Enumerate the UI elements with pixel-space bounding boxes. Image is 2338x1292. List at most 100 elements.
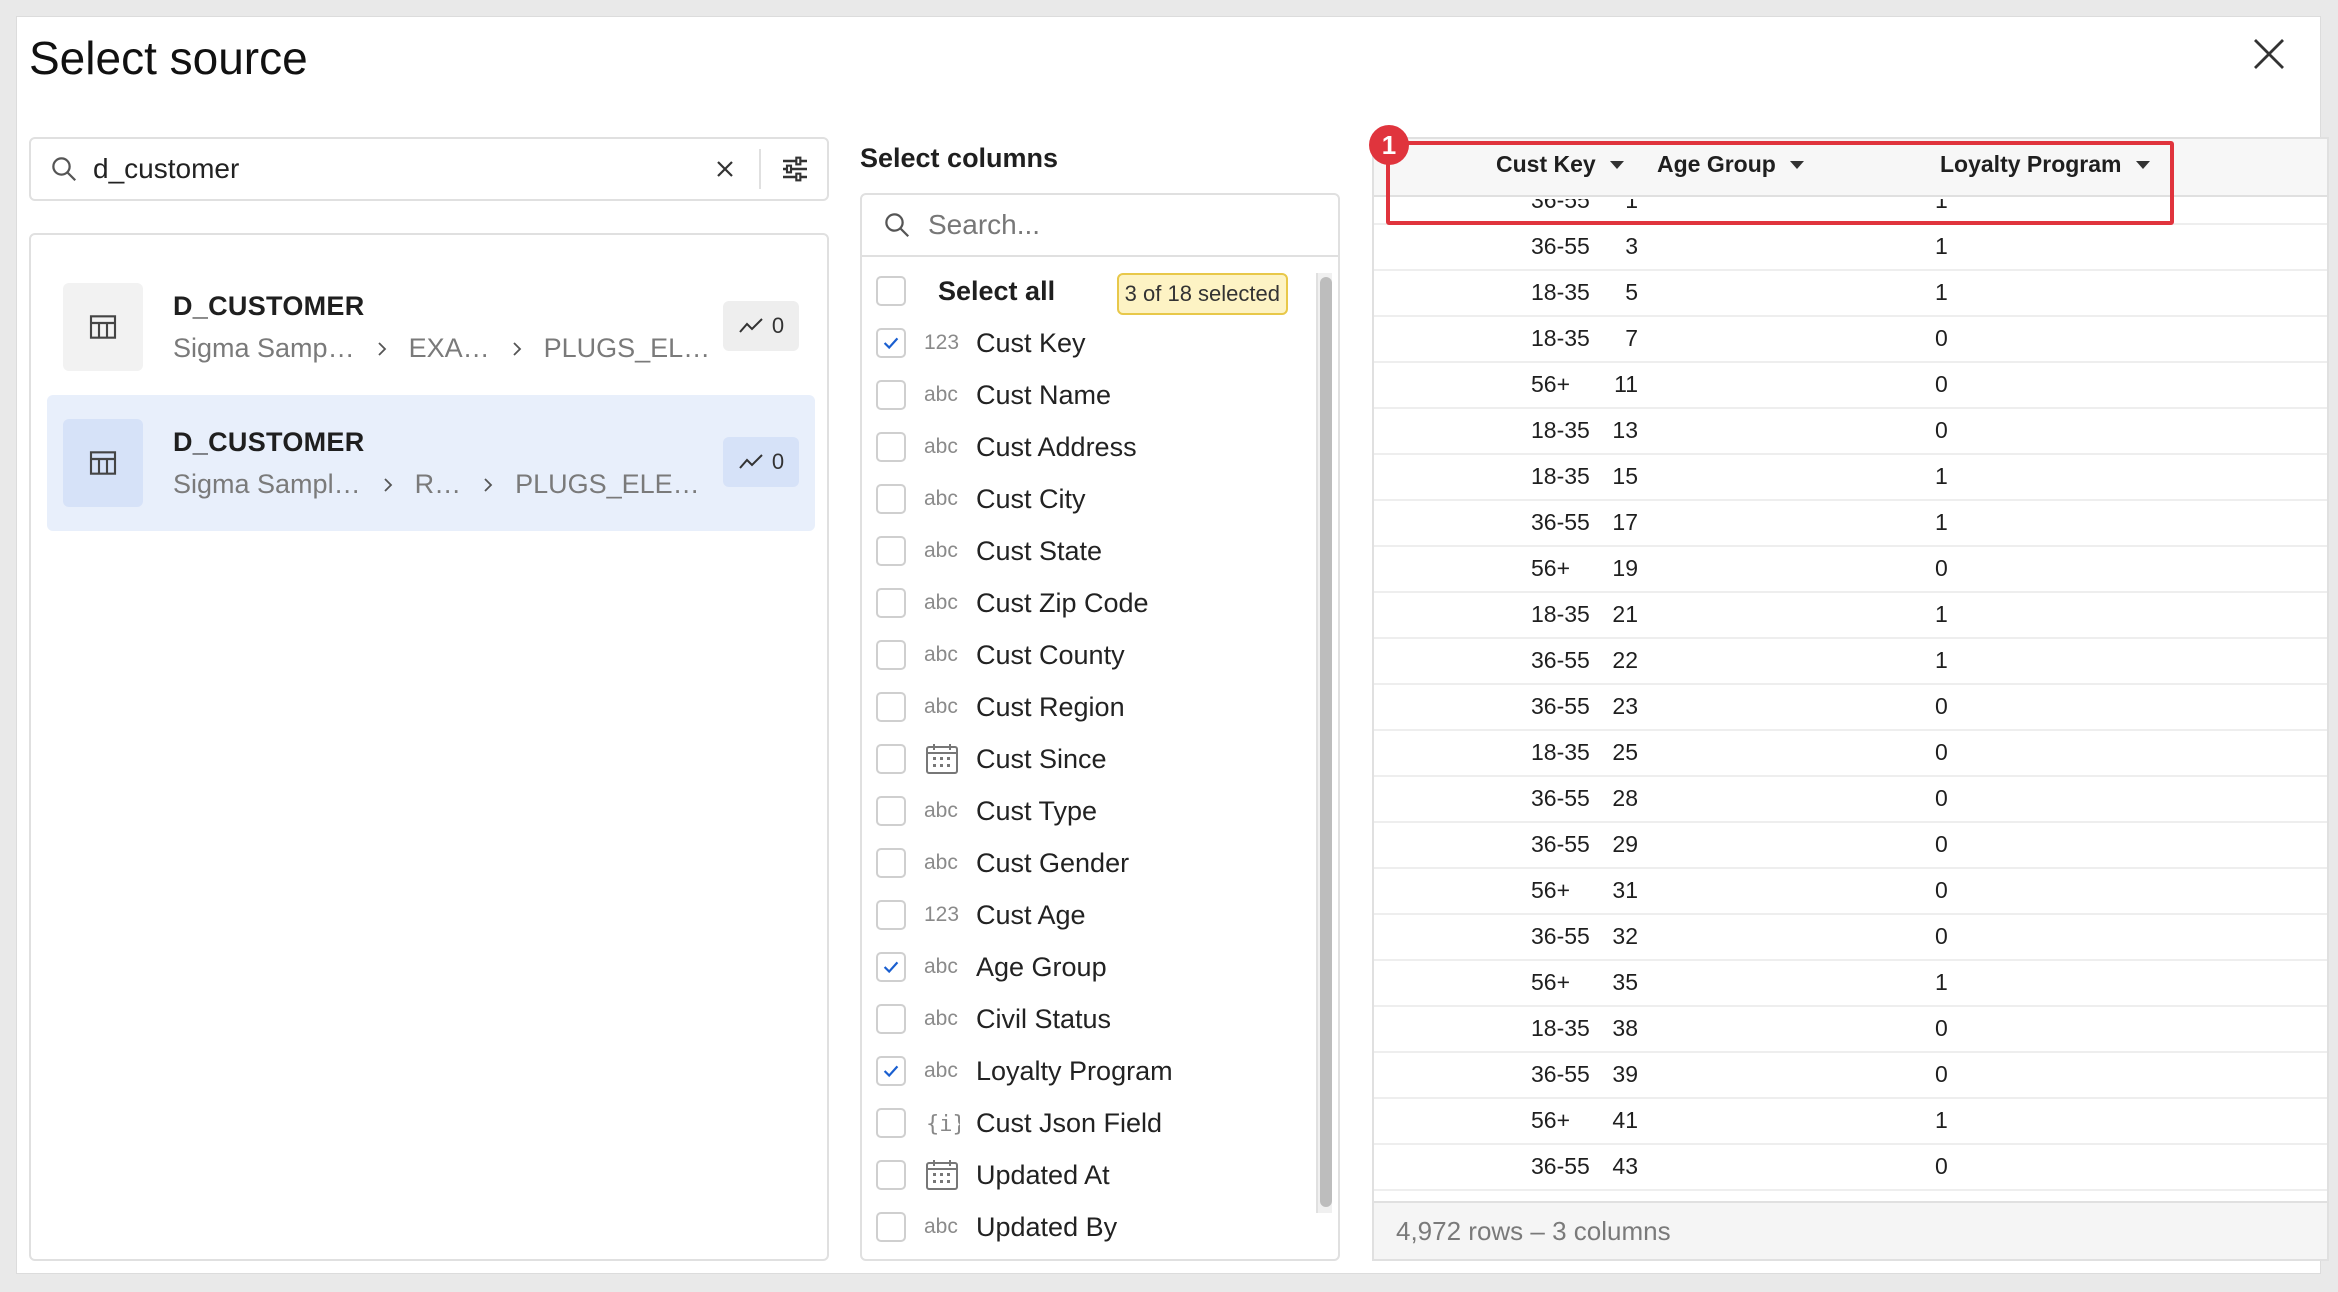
- table-row: 28 36-55 0: [1374, 777, 2327, 823]
- checkbox[interactable]: [876, 588, 906, 618]
- dropdown-caret-icon[interactable]: [1789, 160, 1804, 169]
- clear-icon[interactable]: [713, 157, 737, 181]
- table-row: 11 56+ 0: [1374, 363, 2327, 409]
- result-item-selected[interactable]: D_CUSTOMER Sigma Sampl… R… PLUGS_ELE… 0: [47, 395, 815, 531]
- checkbox[interactable]: [876, 796, 906, 826]
- calendar-icon: [924, 1158, 976, 1192]
- source-search-input[interactable]: [93, 153, 713, 185]
- checkbox[interactable]: [876, 1004, 906, 1034]
- column-row[interactable]: 123 Cust Age: [876, 895, 1306, 935]
- column-row[interactable]: Cust Since: [876, 739, 1306, 779]
- checkbox[interactable]: [876, 1212, 906, 1242]
- table-header: Cust Key Age Group Loyalty Program: [1374, 139, 2327, 197]
- table-icon: [63, 419, 143, 507]
- table-row: 7 18-35 0: [1374, 317, 2327, 363]
- cell-age-group: 18-35: [1531, 325, 1590, 351]
- search-results-list: D_CUSTOMER Sigma Samp… EXA… PLUGS_EL… 0 …: [29, 233, 829, 1261]
- cell-cust-key: 19: [1612, 555, 1638, 581]
- column-header-cust-key[interactable]: Cust Key: [1496, 151, 1624, 178]
- select-all-row[interactable]: Select all 3 of 18 selected: [876, 271, 1306, 315]
- type-label: abc: [924, 539, 958, 562]
- cell-age-group: 36-55: [1531, 923, 1590, 949]
- type-label: abc: [924, 851, 958, 874]
- result-name: D_CUSTOMER: [173, 291, 365, 321]
- type-label: abc: [924, 643, 958, 666]
- search-icon: [52, 157, 77, 182]
- checkbox[interactable]: [876, 900, 906, 930]
- cell-loyalty-program: 0: [1935, 371, 1948, 397]
- table-row: 39 36-55 0: [1374, 1053, 2327, 1099]
- column-row[interactable]: abc Age Group: [876, 947, 1306, 987]
- cell-age-group: 36-55: [1531, 1153, 1590, 1179]
- columns-search-input[interactable]: [928, 209, 1308, 241]
- cell-age-group: 56+: [1531, 555, 1571, 581]
- checkbox[interactable]: [876, 848, 906, 878]
- column-row[interactable]: abc Cust County: [876, 635, 1306, 675]
- column-row[interactable]: Updated At: [876, 1155, 1306, 1195]
- column-row[interactable]: abc Cust Region: [876, 687, 1306, 727]
- checkbox-checked[interactable]: [876, 952, 906, 982]
- checkbox[interactable]: [876, 432, 906, 462]
- checkbox[interactable]: [876, 1108, 906, 1138]
- checkbox-checked[interactable]: [876, 1056, 906, 1086]
- column-row[interactable]: abc Cust Address: [876, 427, 1306, 467]
- column-row[interactable]: abc Cust Zip Code: [876, 583, 1306, 623]
- header-label: Cust Key: [1496, 151, 1596, 177]
- checkbox-checked[interactable]: [876, 328, 906, 358]
- column-row[interactable]: abc Cust City: [876, 479, 1306, 519]
- cell-loyalty-program: 1: [1935, 647, 1948, 673]
- table-row: 32 36-55 0: [1374, 915, 2327, 961]
- cell-cust-key: 15: [1612, 463, 1638, 489]
- column-row[interactable]: abc Cust Name: [876, 375, 1306, 415]
- usage-count: 0: [771, 313, 785, 338]
- cell-age-group: 36-55: [1531, 693, 1590, 719]
- column-row[interactable]: abc Civil Status: [876, 999, 1306, 1039]
- column-row[interactable]: abc Loyalty Program: [876, 1051, 1306, 1091]
- type-label: abc: [924, 1059, 958, 1082]
- cell-cust-key: 23: [1612, 693, 1638, 719]
- filter-sliders-icon[interactable]: [779, 153, 811, 185]
- table-row: 38 18-35 0: [1374, 1007, 2327, 1053]
- table-row: 25 18-35 0: [1374, 731, 2327, 777]
- checkbox[interactable]: [876, 692, 906, 722]
- column-header-age-group[interactable]: Age Group: [1657, 151, 1804, 178]
- cell-cust-key: 38: [1612, 1015, 1638, 1041]
- cell-loyalty-program: 1: [1935, 509, 1948, 535]
- checkbox[interactable]: [876, 744, 906, 774]
- cell-loyalty-program: 0: [1935, 325, 1948, 351]
- column-label: Age Group: [976, 951, 1107, 982]
- cell-loyalty-program: 1: [1935, 233, 1948, 259]
- column-row[interactable]: abc Cust Type: [876, 791, 1306, 831]
- dropdown-caret-icon[interactable]: [2135, 160, 2150, 169]
- cell-cust-key: 41: [1612, 1107, 1638, 1133]
- cell-age-group: 36-55: [1531, 785, 1590, 811]
- table-row: 13 18-35 0: [1374, 409, 2327, 455]
- table-row: 17 36-55 1: [1374, 501, 2327, 547]
- column-row[interactable]: abc Cust Gender: [876, 843, 1306, 883]
- dropdown-caret-icon[interactable]: [1609, 160, 1624, 169]
- type-label: 123: [924, 331, 960, 354]
- path-segment: PLUGS_ELE…: [515, 469, 700, 499]
- columns-scrollbar[interactable]: [1316, 273, 1332, 1213]
- select-all-checkbox[interactable]: [876, 276, 906, 306]
- type-label: abc: [924, 435, 958, 458]
- column-row[interactable]: 123 Cust Key: [876, 323, 1306, 363]
- scrollbar-thumb[interactable]: [1320, 277, 1332, 1207]
- column-label: Cust Key: [976, 327, 1086, 358]
- column-row[interactable]: {i} Cust Json Field: [876, 1103, 1306, 1143]
- checkbox[interactable]: [876, 640, 906, 670]
- checkbox[interactable]: [876, 536, 906, 566]
- column-label: Cust Age: [976, 899, 1086, 930]
- table-row: 3 36-55 1: [1374, 225, 2327, 271]
- column-row[interactable]: abc Cust State: [876, 531, 1306, 571]
- column-row[interactable]: abc Updated By: [876, 1207, 1306, 1247]
- column-header-loyalty-program[interactable]: Loyalty Program: [1940, 151, 2150, 178]
- checkbox[interactable]: [876, 484, 906, 514]
- cell-loyalty-program: 1: [1935, 1107, 1948, 1133]
- cell-age-group: 18-35: [1531, 417, 1590, 443]
- result-item[interactable]: D_CUSTOMER Sigma Samp… EXA… PLUGS_EL… 0: [47, 259, 815, 395]
- checkbox[interactable]: [876, 380, 906, 410]
- table-row: 15 18-35 1: [1374, 455, 2327, 501]
- checkbox[interactable]: [876, 1160, 906, 1190]
- close-icon[interactable]: [2248, 33, 2290, 75]
